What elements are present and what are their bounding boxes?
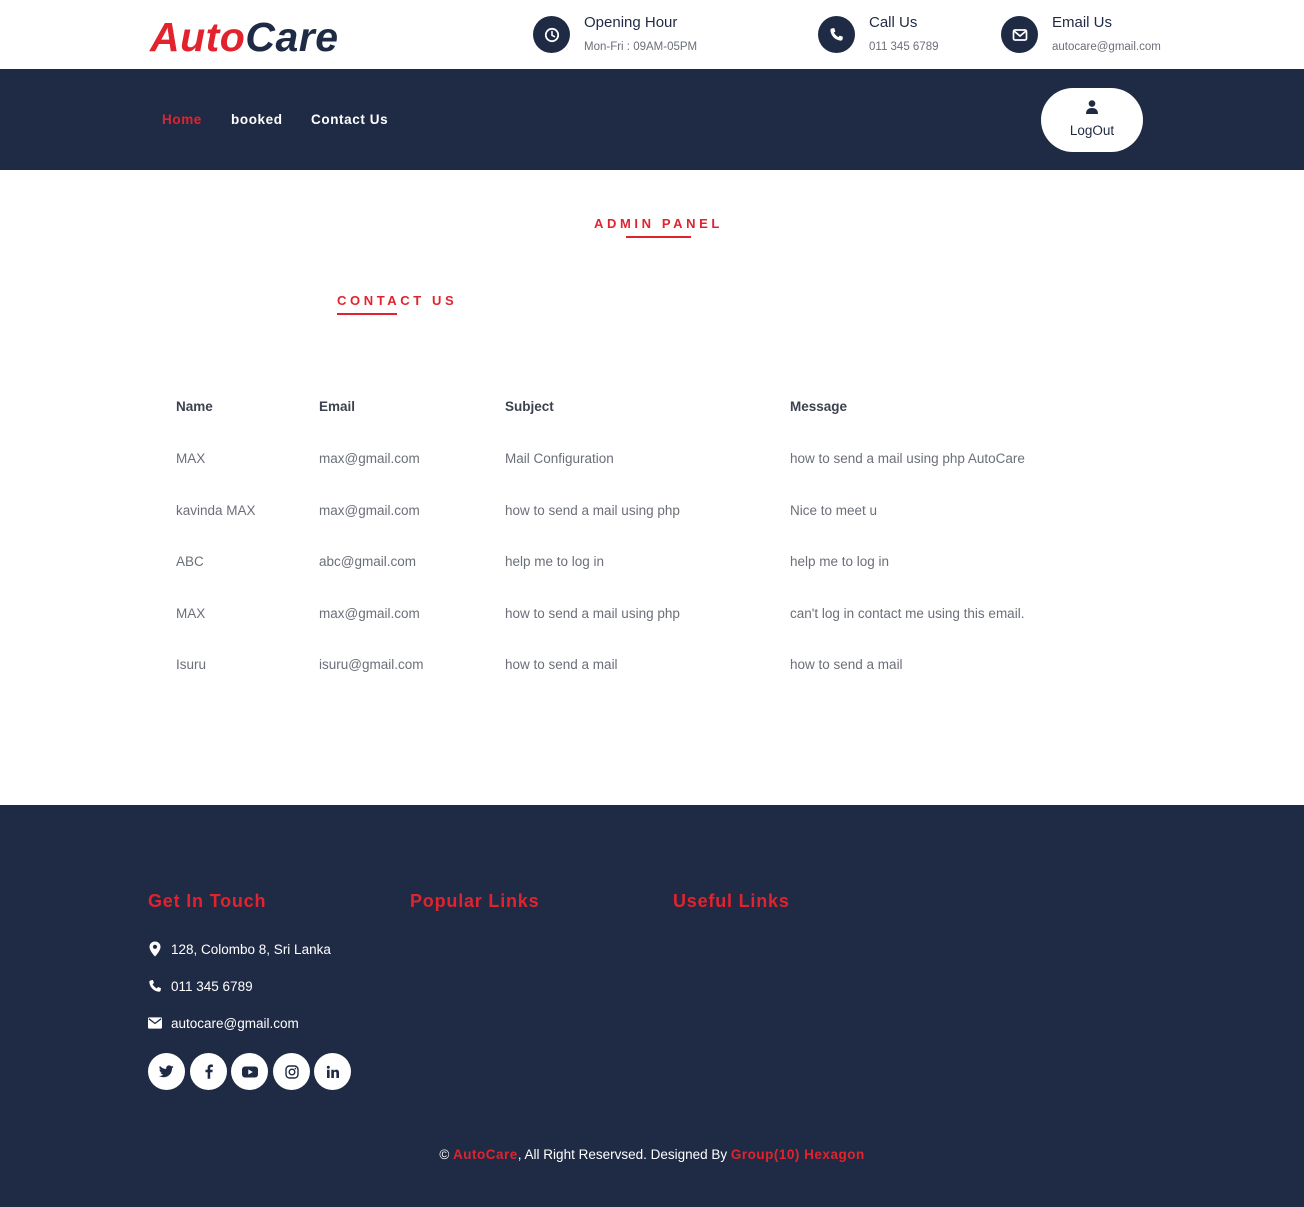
cell-message: help me to log in [790, 554, 890, 569]
footer-address: 128, Colombo 8, Sri Lanka [148, 941, 368, 959]
copyright-line: © AutoCare, All Right Reservsed. Designe… [0, 1147, 1304, 1163]
column-header-subject: Subject [505, 399, 554, 414]
envelope-icon [148, 1015, 162, 1031]
cell-email: isuru@gmail.com [319, 657, 424, 672]
phone-icon [818, 16, 855, 53]
get-in-touch-heading: Get In Touch [148, 891, 267, 911]
cell-subject: how to send a mail [505, 657, 618, 672]
phone-icon [148, 978, 162, 994]
cell-email: max@gmail.com [319, 451, 420, 466]
clock-icon [533, 16, 570, 53]
opening-hour-block: Opening Hour Mon-Fri : 09AM-05PM [533, 14, 733, 56]
brand-logo[interactable]: AutoCare [150, 13, 339, 61]
logout-label: LogOut [1069, 123, 1115, 138]
cell-email: abc@gmail.com [319, 554, 416, 569]
instagram-icon[interactable] [273, 1053, 310, 1090]
call-us-block: Call Us 011 345 6789 [818, 14, 958, 56]
email-us-value: autocare@gmail.com [1052, 41, 1161, 53]
opening-hour-title: Opening Hour [584, 14, 678, 31]
footer-email: autocare@gmail.com [148, 1015, 328, 1033]
opening-hour-value: Mon-Fri : 09AM-05PM [584, 41, 698, 53]
contact-us-underline [337, 313, 397, 315]
admin-panel-underline [626, 236, 691, 238]
column-header-email: Email [319, 399, 356, 414]
map-marker-icon [148, 941, 162, 957]
twitter-icon[interactable] [148, 1053, 185, 1090]
email-us-block: Email Us autocare@gmail.com [1001, 14, 1191, 56]
cell-subject: help me to log in [505, 554, 605, 569]
nav-item-home[interactable]: Home [162, 112, 202, 128]
nav-item-contact-us[interactable]: Contact Us [311, 112, 388, 128]
facebook-icon[interactable] [190, 1053, 227, 1090]
cell-subject: Mail Configuration [505, 451, 614, 466]
cell-name: MAX [176, 451, 206, 466]
user-icon [1086, 100, 1098, 119]
footer: Get In Touch Popular Links Useful Links … [0, 805, 1304, 1207]
brand-logo-part1: Auto [150, 14, 246, 60]
cell-message: can't log in contact me using this email… [790, 606, 1025, 621]
contact-us-title: CONTACT US [337, 293, 458, 308]
cell-subject: how to send a mail using php [505, 503, 680, 518]
column-header-message: Message [790, 399, 848, 414]
cell-name: ABC [176, 554, 204, 569]
linkedin-icon[interactable] [314, 1053, 351, 1090]
cell-name: Isuru [176, 657, 207, 672]
cell-message: how to send a mail using php AutoCare [790, 451, 1025, 466]
footer-phone-text: 011 345 6789 [171, 979, 253, 994]
cell-subject: how to send a mail using php [505, 606, 680, 621]
copyright-designer-link[interactable]: Group(10) Hexagon [731, 1147, 865, 1162]
copyright-text: , All Right Reservsed. Designed By [517, 1147, 728, 1162]
main-nav: Home booked Contact Us LogOut [0, 69, 1304, 170]
copyright-symbol: © [439, 1147, 450, 1162]
envelope-icon [1001, 16, 1038, 53]
copyright-brand-link[interactable]: AutoCare [453, 1147, 518, 1162]
call-us-title: Call Us [869, 14, 918, 31]
cell-name: kavinda MAX [176, 503, 256, 518]
email-us-title: Email Us [1052, 14, 1113, 31]
popular-links-heading: Popular Links [410, 891, 540, 911]
cell-message: Nice to meet u [790, 503, 878, 518]
useful-links-heading: Useful Links [673, 891, 790, 911]
column-header-name: Name [176, 399, 213, 414]
youtube-icon[interactable] [231, 1053, 268, 1090]
call-us-value: 011 345 6789 [869, 41, 939, 53]
brand-logo-part2: Care [245, 14, 339, 60]
logout-button[interactable]: LogOut [1041, 88, 1143, 152]
footer-phone: 011 345 6789 [148, 978, 288, 996]
cell-name: MAX [176, 606, 206, 621]
footer-email-text: autocare@gmail.com [171, 1016, 299, 1031]
admin-panel-title: ADMIN PANEL [594, 216, 723, 231]
cell-email: max@gmail.com [319, 503, 420, 518]
top-bar: AutoCare Opening Hour Mon-Fri : 09AM-05P… [0, 0, 1304, 69]
cell-message: how to send a mail [790, 657, 903, 672]
footer-address-text: 128, Colombo 8, Sri Lanka [171, 942, 331, 957]
nav-item-booked[interactable]: booked [231, 112, 283, 128]
cell-email: max@gmail.com [319, 606, 420, 621]
